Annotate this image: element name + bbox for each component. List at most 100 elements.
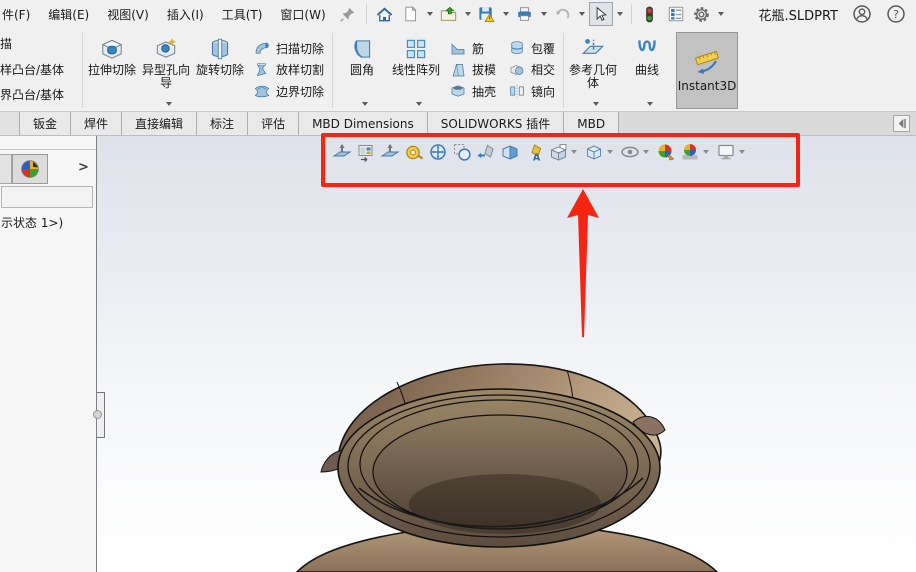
hole-wizard-button[interactable]: 异型孔向导	[139, 31, 193, 110]
tab-mbd-dimensions[interactable]: MBD Dimensions	[299, 112, 428, 135]
clipped-label[interactable]: 描	[0, 37, 80, 51]
task-properties-icon[interactable]	[664, 2, 688, 26]
tab-solidworks-addins[interactable]: SOLIDWORKS 插件	[427, 112, 565, 135]
3d-view-icon[interactable]	[330, 141, 353, 164]
zoom-to-area-icon[interactable]	[450, 141, 473, 164]
tab-label: 直接编辑	[135, 117, 184, 131]
fillet-button[interactable]: 圆角	[335, 31, 389, 110]
menu-insert[interactable]: 插入(I)	[158, 0, 213, 28]
menu-view[interactable]: 视图(V)	[98, 0, 158, 28]
normal-to-icon[interactable]	[378, 141, 401, 164]
tab-label: MBD Dimensions	[312, 116, 414, 131]
undo-icon[interactable]	[551, 2, 575, 26]
panel-tab-partial[interactable]	[0, 154, 12, 184]
options-gear-icon[interactable]	[690, 2, 714, 26]
clipped-label[interactable]: 样凸台/基体	[0, 63, 80, 77]
apply-scene-dropdown[interactable]	[703, 150, 709, 154]
tab-direct-editing[interactable]: 直接编辑	[122, 112, 198, 135]
rebuild-traffic-light-icon[interactable]	[638, 2, 662, 26]
view-orientation-dropdown[interactable]	[571, 150, 577, 154]
shell-button[interactable]: 抽壳	[449, 82, 496, 100]
tab-weldments[interactable]: 焊件	[71, 112, 123, 135]
view-orientation-icon[interactable]	[546, 141, 569, 164]
home-icon[interactable]	[373, 2, 397, 26]
lofted-cut-button[interactable]: 放样切割	[253, 61, 324, 79]
instant3d-button[interactable]: Instant3D	[676, 32, 739, 109]
extruded-cut-button[interactable]: 拉伸切除	[85, 31, 139, 110]
wrap-button[interactable]: 包覆	[508, 39, 555, 57]
save-dropdown[interactable]	[502, 12, 509, 16]
hide-show-items-dropdown[interactable]	[643, 150, 649, 154]
draft-button[interactable]: 拔模	[449, 61, 496, 79]
help-icon[interactable]: ?	[886, 4, 906, 24]
open-dropdown[interactable]	[464, 12, 471, 16]
tab-partial-features[interactable]	[0, 112, 20, 135]
menu-tools[interactable]: 工具(T)	[213, 0, 272, 28]
menu-file[interactable]: 件(F)	[0, 0, 39, 28]
curves-dropdown[interactable]	[647, 102, 654, 106]
tab-label: 评估	[261, 117, 286, 131]
zoom-to-fit-icon[interactable]	[426, 141, 449, 164]
ribbon-separator	[332, 33, 334, 108]
user-account-icon[interactable]	[852, 4, 872, 24]
collapse-ribbon-icon[interactable]	[893, 115, 910, 132]
boundary-cut-button[interactable]: 边界切除	[253, 82, 324, 100]
pin-icon[interactable]	[336, 2, 360, 26]
revolved-cut-button[interactable]: 旋转切除	[193, 31, 247, 110]
reference-geometry-button[interactable]: 参考几何体	[566, 31, 620, 110]
swept-cut-button[interactable]: 扫描切除	[253, 39, 324, 57]
linear-pattern-button[interactable]: 线性阵列	[389, 31, 443, 110]
select-arrow-dropdown[interactable]	[616, 12, 623, 16]
section-view-icon[interactable]	[498, 141, 521, 164]
hide-show-items-icon[interactable]	[618, 141, 641, 164]
panel-expand-arrow[interactable]: >	[78, 160, 89, 175]
dynamic-annotation-views-icon[interactable]: A	[522, 141, 545, 164]
boundary-cut-icon	[254, 85, 270, 98]
mirror-icon	[510, 84, 524, 98]
button-label: 拔模	[472, 63, 497, 77]
tab-sheet-metal[interactable]: 钣金	[20, 112, 72, 135]
select-arrow-icon[interactable]	[588, 2, 613, 26]
options-dropdown[interactable]	[717, 12, 724, 16]
edit-appearance-icon[interactable]	[654, 141, 677, 164]
view-settings-dropdown[interactable]	[739, 150, 745, 154]
reference-geometry-dropdown[interactable]	[593, 102, 600, 106]
undo-dropdown[interactable]	[578, 12, 585, 16]
print-icon[interactable]	[513, 2, 537, 26]
tab-markup[interactable]: 标注	[197, 112, 249, 135]
previous-view-icon[interactable]	[474, 141, 497, 164]
panel-collapse-dot[interactable]	[93, 410, 102, 419]
rib-button[interactable]: 筋	[449, 39, 496, 57]
menu-window[interactable]: 窗口(W)	[271, 0, 334, 28]
vase-interior-shadow	[409, 474, 601, 534]
apply-scene-icon[interactable]	[678, 141, 701, 164]
menu-edit-label: 编辑(E)	[48, 7, 90, 22]
curves-button[interactable]: 曲线	[620, 31, 674, 110]
new-document-icon[interactable]	[399, 2, 423, 26]
hole-wizard-dropdown[interactable]	[166, 102, 172, 106]
open-icon[interactable]	[437, 2, 461, 26]
tab-evaluate[interactable]: 评估	[248, 112, 300, 135]
menu-edit[interactable]: 编辑(E)	[39, 0, 98, 28]
measure-icon[interactable]	[402, 141, 425, 164]
mirror-button[interactable]: 镜向	[508, 82, 555, 100]
toolbar-separator	[365, 4, 367, 24]
new-document-dropdown[interactable]	[426, 12, 433, 16]
linear-pattern-dropdown[interactable]	[416, 102, 423, 106]
view-settings-icon[interactable]	[714, 141, 737, 164]
display-manager-color-wheel-icon	[21, 160, 39, 178]
tab-mbd[interactable]: MBD	[564, 112, 620, 135]
display-style-dropdown[interactable]	[607, 150, 613, 154]
panel-tab-displaymanager[interactable]	[12, 154, 48, 184]
intersect-icon	[510, 64, 524, 75]
print-dropdown[interactable]	[540, 12, 547, 16]
intersect-button[interactable]: 相交	[508, 61, 555, 79]
display-style-icon[interactable]	[582, 141, 605, 164]
feature-filter-input[interactable]	[1, 186, 93, 208]
clipped-label[interactable]: 界凸台/基体	[0, 88, 80, 102]
save-icon[interactable]	[475, 2, 499, 26]
feature-tree-root-clipped[interactable]: 示状态 1>)	[1, 214, 63, 231]
fillet-dropdown[interactable]	[362, 102, 369, 106]
capture-3d-view-icon[interactable]	[354, 141, 377, 164]
svg-text:A: A	[532, 153, 540, 163]
